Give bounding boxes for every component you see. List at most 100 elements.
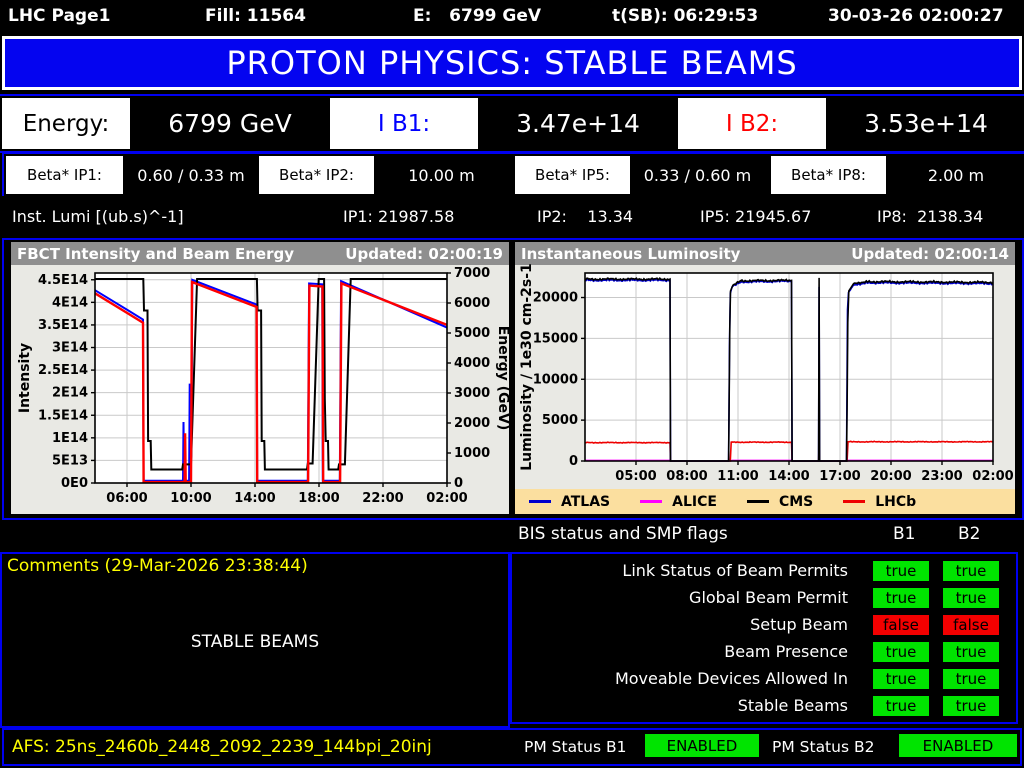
beta-star-row: Beta* IP1: 0.60 / 0.33 m Beta* IP2: 10.0…: [2, 152, 1024, 198]
luminosity-chart: 05:00 08:00 11:00 14:00 17:00 20:00 23:00 02:00…: [519, 263, 1014, 484]
bis-col-b1: B1: [893, 524, 916, 544]
svg-text:0: 0: [454, 476, 463, 491]
bis-row-setup-beam: Setup Beam false false: [512, 614, 1004, 635]
svg-text:18:00: 18:00: [298, 491, 339, 506]
comments-box: Comments (29-Mar-2026 23:38:44) STABLE B…: [0, 552, 510, 728]
atlas-line-swatch: [529, 500, 551, 503]
time-in-stable-beams: t(SB): 06:29:53: [612, 6, 759, 26]
energy-label: Energy:: [2, 98, 130, 149]
charts-container: FBCT Intensity and Beam Energy Updated: …: [2, 238, 1024, 520]
afs-filling-scheme: AFS: 25ns_2460b_2448_2092_2239_144bpi_20…: [12, 737, 432, 757]
page-title: PROTON PHYSICS: STABLE BEAMS: [226, 44, 798, 82]
svg-text:05:00: 05:00: [615, 469, 656, 484]
svg-text:10000: 10000: [533, 372, 578, 387]
bis-row-beam-presence: Beam Presence true true: [512, 641, 1004, 662]
svg-text:1E14: 1E14: [52, 431, 88, 446]
svg-text:14:00: 14:00: [234, 491, 275, 506]
luminosity-legend: ATLAS ALICE CMS LHCb: [515, 489, 1015, 514]
lhc-page1-screen: LHC Page1 Fill: 11564 E: 6799 GeV t(SB):…: [0, 0, 1024, 768]
beta-ip1-label: Beta* IP1:: [6, 156, 123, 194]
status-badge: true: [873, 668, 929, 689]
svg-text:1.5E14: 1.5E14: [38, 408, 88, 423]
lumi-label: Inst. Lumi [(ub.s)^-1]: [12, 207, 184, 226]
pm-status-b1-label: PM Status B1: [524, 738, 627, 756]
intensity-b2-label: I B2:: [678, 98, 826, 149]
status-badge: false: [943, 614, 999, 635]
fill-number: Fill: 11564: [205, 6, 306, 26]
svg-text:5000: 5000: [454, 326, 490, 341]
svg-text:14:00: 14:00: [768, 469, 809, 484]
fbct-intensity-panel: FBCT Intensity and Beam Energy Updated: …: [11, 242, 511, 514]
svg-text:Energy (GeV): Energy (GeV): [495, 326, 511, 431]
bis-row-global-permit: Global Beam Permit true true: [512, 587, 1004, 608]
status-badge: true: [943, 560, 999, 581]
intensity-b1-label: I B1:: [330, 98, 478, 149]
beta-ip2-label: Beta* IP2:: [259, 156, 374, 194]
svg-text:Luminosity / 1e30 cm-2s-1: Luminosity / 1e30 cm-2s-1: [519, 263, 535, 471]
status-badge: true: [943, 695, 999, 716]
status-badge: true: [943, 641, 999, 662]
svg-text:15000: 15000: [533, 331, 578, 346]
svg-text:5E13: 5E13: [52, 453, 88, 468]
beta-ip2-value: 10.00 m: [378, 156, 505, 194]
svg-text:3.5E14: 3.5E14: [38, 318, 88, 333]
beta-ip5-label: Beta* IP5:: [515, 156, 630, 194]
svg-text:08:00: 08:00: [666, 469, 707, 484]
fbct-panel-title: FBCT Intensity and Beam Energy: [17, 244, 295, 263]
page-title-banner: PROTON PHYSICS: STABLE BEAMS: [2, 36, 1022, 90]
luminosity-panel: Instantaneous Luminosity Updated: 02:00:…: [515, 242, 1015, 514]
lumi-ip2: IP2: 13.34: [537, 207, 634, 226]
comments-body: STABLE BEAMS: [190, 632, 320, 652]
svg-text:23:00: 23:00: [921, 469, 962, 484]
bis-flags-box: Link Status of Beam Permits true true Gl…: [510, 552, 1018, 724]
svg-text:3000: 3000: [454, 386, 490, 401]
svg-text:0: 0: [569, 454, 578, 469]
svg-text:02:00: 02:00: [426, 491, 467, 506]
luminosity-panel-updated: Updated: 02:00:14: [851, 244, 1009, 263]
afs-row: AFS: 25ns_2460b_2448_2092_2239_144bpi_20…: [2, 728, 1022, 766]
svg-text:3E14: 3E14: [52, 341, 88, 356]
bis-header-row: BIS status and SMP flags B1 B2: [0, 520, 1024, 550]
svg-text:4E14: 4E14: [52, 295, 88, 310]
svg-text:0E0: 0E0: [61, 476, 88, 491]
svg-text:06:00: 06:00: [106, 491, 147, 506]
bis-row-moveable-devices: Moveable Devices Allowed In true true: [512, 668, 1004, 689]
svg-text:11:00: 11:00: [717, 469, 758, 484]
legend-item-cms: CMS: [746, 494, 813, 510]
lhcb-line-swatch: [843, 500, 866, 503]
luminosity-panel-title: Instantaneous Luminosity: [521, 244, 741, 263]
svg-text:2000: 2000: [454, 416, 490, 431]
intensity-b2-value: 3.53e+14: [830, 98, 1022, 149]
bis-row-stable-beams: Stable Beams true true: [512, 695, 1004, 716]
svg-text:02:00: 02:00: [972, 469, 1013, 484]
beta-ip8-label: Beta* IP8:: [771, 156, 886, 194]
comments-title: Comments (29-Mar-2026 23:38:44): [7, 556, 308, 576]
svg-text:20000: 20000: [533, 291, 578, 306]
svg-text:4000: 4000: [454, 356, 490, 371]
fbct-panel-updated: Updated: 02:00:19: [345, 244, 503, 263]
svg-text:5000: 5000: [542, 413, 578, 428]
lumi-ip1: IP1: 21987.58: [343, 207, 455, 226]
svg-text:2.5E14: 2.5E14: [38, 363, 88, 378]
top-bar: LHC Page1 Fill: 11564 E: 6799 GeV t(SB):…: [0, 0, 1024, 33]
svg-text:7000: 7000: [454, 266, 490, 281]
energy-value: 6799 GeV: [134, 98, 326, 149]
beam-energy: E: 6799 GeV: [413, 6, 542, 26]
bis-header-title: BIS status and SMP flags: [518, 524, 728, 544]
status-badge: true: [873, 641, 929, 662]
status-badge: false: [873, 614, 929, 635]
beta-ip8-value: 2.00 m: [890, 156, 1022, 194]
bis-col-b2: B2: [958, 524, 981, 544]
svg-text:20:00: 20:00: [870, 469, 911, 484]
cms-line-swatch: [746, 500, 769, 503]
alice-line-swatch: [640, 500, 663, 503]
svg-text:1000: 1000: [454, 446, 490, 461]
svg-text:10:00: 10:00: [170, 491, 211, 506]
intensity-b1-value: 3.47e+14: [482, 98, 674, 149]
svg-text:22:00: 22:00: [362, 491, 403, 506]
app-title: LHC Page1: [8, 6, 111, 26]
lumi-ip5: IP5: 21945.67: [700, 207, 812, 226]
legend-item-alice: ALICE: [640, 494, 717, 510]
svg-text:6000: 6000: [454, 296, 490, 311]
status-badge: true: [873, 695, 929, 716]
